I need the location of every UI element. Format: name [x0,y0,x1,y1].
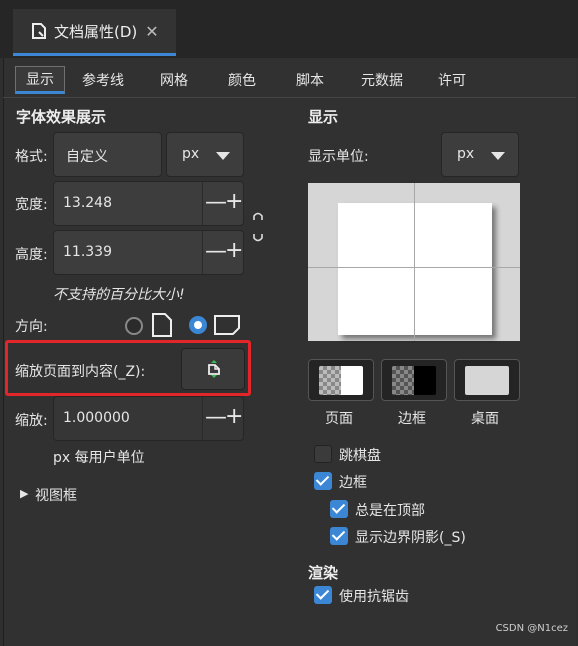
format-dropdown[interactable]: 自定义 [53,132,162,177]
height-increment-button[interactable]: + [225,240,243,262]
border-color-swatch [392,366,436,395]
chevron-down-icon [216,152,230,160]
tab-metadata[interactable]: 元数据 [343,66,421,94]
scale-spinbox[interactable]: 1.000000 — + [53,396,244,441]
checkerboard-label: 跳棋盘 [339,448,381,464]
height-value: 11.339 [63,244,112,260]
spin-separator [202,231,203,274]
show-border-shadow-checkbox[interactable] [330,527,348,545]
spin-separator [202,397,203,440]
display-section-title: 显示 [308,108,339,126]
display-unit-label: 显示单位: [308,149,369,165]
chevron-down-icon [491,152,505,160]
scale-label: 缩放: [15,413,48,429]
expander-arrow-icon[interactable]: ▶ [20,487,28,500]
tab-guides[interactable]: 参考线 [65,66,141,94]
rendering-section-title: 渲染 [308,564,339,582]
tabs-divider [3,97,576,98]
width-spinbox[interactable]: 13.248 — + [53,181,244,226]
antialias-label: 使用抗锯齿 [339,589,409,605]
watermark: CSDN @N1cez [495,623,568,634]
border-checkbox[interactable] [314,472,332,490]
preview-guide-vertical [414,183,415,341]
height-spinbox[interactable]: 11.339 — + [53,230,244,275]
landscape-page-icon [214,315,240,335]
format-value: 自定义 [66,149,108,165]
document-properties-icon [32,23,46,39]
per-user-unit-label: px 每用户单位 [53,450,145,466]
format-label: 格式: [15,149,48,165]
checkerboard-checkbox[interactable] [314,445,332,463]
fit-page-to-content-button[interactable] [181,348,245,390]
spin-separator [202,182,203,225]
preview-page [338,203,492,335]
height-decrement-button[interactable]: — [205,241,227,263]
properties-tabs: 显示 参考线 网格 颜色 脚本 元数据 许可 [15,66,483,94]
page-color-label: 页面 [325,411,353,427]
display-unit-value: px [457,146,475,162]
display-unit-dropdown[interactable]: px [441,132,519,177]
fit-page-label: 缩放页面到内容(_Z): [15,364,146,380]
tab-display[interactable]: 显示 [15,66,65,94]
border-label: 边框 [339,475,367,491]
border-color-button[interactable] [381,359,447,401]
preview-guide-horizontal [308,267,520,268]
scale-decrement-button[interactable]: — [205,407,227,429]
scale-increment-button[interactable]: + [225,406,243,428]
desk-color-label: 桌面 [471,411,499,427]
antialias-checkbox[interactable] [314,586,332,604]
page-preview [308,183,520,341]
document-tab-title: 文档属性(D) [54,22,138,41]
page-color-button[interactable] [308,359,374,401]
show-border-shadow-label: 显示边界阴影(_S) [355,530,466,546]
portrait-page-icon [152,313,172,337]
close-icon[interactable]: ✕ [145,22,158,41]
tab-scripting[interactable]: 脚本 [277,66,343,94]
width-value: 13.248 [63,195,112,211]
fit-to-content-icon [208,360,220,378]
border-color-label: 边框 [398,411,426,427]
height-label: 高度: [15,247,48,263]
format-unit-value: px [182,146,200,162]
width-decrement-button[interactable]: — [205,192,227,214]
tab-color[interactable]: 颜色 [207,66,277,94]
always-on-top-checkbox[interactable] [330,500,348,518]
document-tab[interactable]: 文档属性(D) ✕ [13,9,176,56]
width-label: 宽度: [15,197,48,213]
format-unit-dropdown[interactable]: px [166,132,244,177]
always-on-top-label: 总是在顶部 [355,503,425,519]
desk-color-swatch [465,366,509,395]
tab-license[interactable]: 许可 [421,66,483,94]
width-increment-button[interactable]: + [225,191,243,213]
landscape-radio[interactable] [189,316,207,334]
scale-value: 1.000000 [63,410,130,426]
unsupported-percentage-note: 不支持的百分比大小! [53,287,185,303]
font-effects-section-title: 字体效果展示 [16,108,107,126]
page-color-swatch [319,366,363,395]
orientation-label: 方向: [15,319,48,335]
lock-aspect-ratio-icon[interactable] [251,210,265,244]
portrait-radio[interactable] [125,317,143,335]
tab-grids[interactable]: 网格 [141,66,207,94]
desk-color-button[interactable] [454,359,520,401]
viewbox-expander[interactable]: 视图框 [35,485,77,505]
